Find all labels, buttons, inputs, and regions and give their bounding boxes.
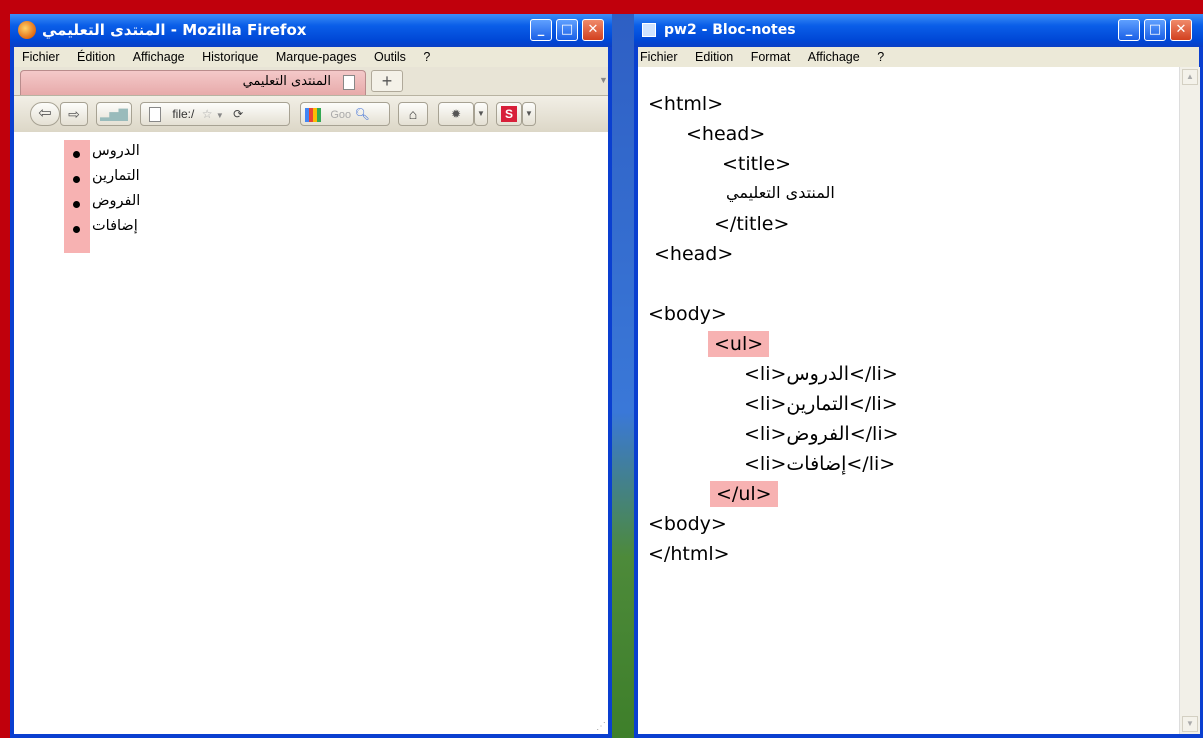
list-bullet [73,201,80,208]
forward-button[interactable]: ⇨ [60,102,88,126]
code-line: </html> [648,543,730,565]
bookmark-star-icon[interactable]: ☆ [202,107,213,121]
menu-format[interactable]: Format [751,47,791,67]
menu-help[interactable]: ? [423,47,430,67]
menu-fichier[interactable]: Fichier [640,47,678,67]
notepad-window: pw2 - Bloc-notes _ □ ✕ Fichier Edition F… [634,14,1203,738]
firefox-window-title: المنتدى التعليمي - Mozilla Firefox [42,21,307,39]
menu-help[interactable]: ? [877,47,884,67]
code-line: <head> [654,243,734,265]
tab-list-chevron-icon[interactable]: ▼ [599,75,608,85]
code-line: <head> [686,123,766,145]
scroll-down-icon[interactable]: ▼ [1182,716,1198,732]
back-button[interactable]: ⇦ [30,102,60,126]
vertical-scrollbar[interactable]: ▲ ▼ [1179,67,1200,734]
dropdown-icon[interactable]: ▼ [474,102,488,126]
browser-tab[interactable]: المنتدى التعليمي [20,70,366,95]
code-line-highlighted: </ul> [710,481,778,507]
url-bar[interactable]: file:/ ☆ ▼ ⟳ [140,102,290,126]
search-input[interactable]: Goo [330,109,351,121]
firebug-icon[interactable]: ✹ [438,102,474,126]
page-icon [343,75,355,90]
home-button[interactable]: ⌂ [398,102,428,126]
scroll-up-icon[interactable]: ▲ [1182,69,1198,85]
menu-edition[interactable]: Édition [77,47,115,67]
menu-affichage[interactable]: Affichage [133,47,185,67]
code-line: <body> [648,303,727,325]
url-text: file:/ [172,107,195,121]
firefox-window: المنتدى التعليمي - Mozilla Firefox _ □ ✕… [10,14,612,738]
close-button[interactable]: ✕ [582,19,604,41]
notepad-icon [642,23,656,37]
desktop-background [612,14,634,738]
list-item: الفروض [92,193,141,209]
dropdown-icon[interactable]: ▼ [216,111,224,120]
maximize-button[interactable]: □ [1144,19,1166,41]
code-line: المنتدى التعليمي [726,183,835,202]
list-item: الدروس [92,143,140,159]
menu-fichier[interactable]: Fichier [22,47,60,67]
addon-s-icon[interactable]: S [496,102,522,126]
code-line: <body> [648,513,727,535]
firefox-logo-icon [18,21,36,39]
minimize-button[interactable]: _ [1118,19,1140,41]
google-icon [305,107,321,122]
list-item: إضافات [92,218,138,234]
code-line-highlighted: <ul> [708,331,770,357]
resize-grip-icon[interactable]: ⋰ [596,721,606,732]
code-line: <html> [648,93,724,115]
list-bullet [73,151,80,158]
firefox-tab-strip: المنتدى التعليمي + ▼ [14,67,608,96]
list-bullet [73,176,80,183]
dropdown-icon[interactable]: ▼ [522,102,536,126]
code-line: <li>الفروض</li> [744,423,899,445]
code-line: <title> [722,153,791,175]
search-box[interactable]: Goo 🔍︎ [300,102,390,126]
close-button[interactable]: ✕ [1170,19,1192,41]
firefox-title-bar[interactable]: المنتدى التعليمي - Mozilla Firefox _ □ ✕ [10,14,612,47]
minimize-button[interactable]: _ [530,19,552,41]
firefox-menu-bar: Fichier Édition Affichage Historique Mar… [14,47,608,67]
reload-icon[interactable]: ⟳ [233,107,243,121]
list-item: التمارين [92,168,140,184]
text-editor-area[interactable]: <html> <head> <title> المنتدى التعليمي <… [638,67,1179,734]
notepad-window-title: pw2 - Bloc-notes [664,22,796,38]
menu-affichage[interactable]: Affichage [808,47,860,67]
firefox-navigation-bar: ⇦ ⇨ ▂▅▇ file:/ ☆ ▼ ⟳ Goo 🔍︎ ⌂ ✹ ▼ S ▼ [14,96,608,133]
code-line: <li>التمارين</li> [744,393,898,415]
code-line: </title> [714,213,790,235]
search-icon[interactable]: 🔍︎ [354,107,369,121]
tab-title: المنتدى التعليمي [242,74,331,89]
notepad-menu-bar: Fichier Edition Format Affichage ? [638,47,1199,67]
menu-marque-pages[interactable]: Marque-pages [276,47,357,67]
new-tab-button[interactable]: + [371,70,403,92]
list-bullet [73,226,80,233]
code-line: <li>إضافات</li> [744,453,896,475]
page-icon [149,107,161,123]
menu-edition[interactable]: Edition [695,47,733,67]
menu-historique[interactable]: Historique [202,47,258,67]
code-line: <li>الدروس</li> [744,363,898,385]
menu-outils[interactable]: Outils [374,47,406,67]
notepad-title-bar[interactable]: pw2 - Bloc-notes _ □ ✕ [634,14,1203,47]
maximize-button[interactable]: □ [556,19,578,41]
stats-icon[interactable]: ▂▅▇ [96,102,132,126]
page-content: الدروس التمارين الفروض إضافات ⋰ [14,132,608,734]
